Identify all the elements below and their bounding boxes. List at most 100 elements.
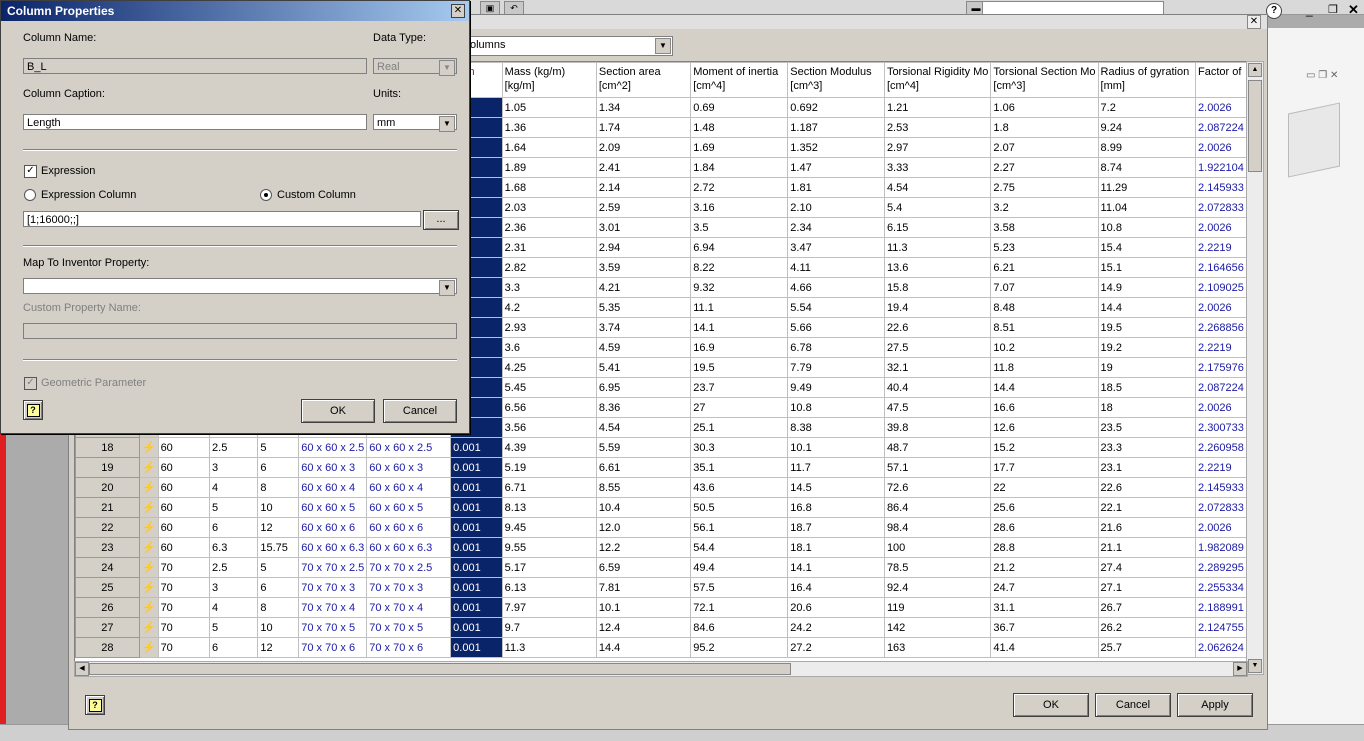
table-cell[interactable]: 2.300733 (1195, 417, 1247, 438)
table-cell[interactable]: 4 (209, 477, 259, 498)
undo-icon[interactable]: ↶ (504, 1, 524, 15)
table-cell[interactable]: 2.175976 (1195, 357, 1247, 378)
table-cell[interactable]: 1.68 (501, 177, 597, 198)
table-cell[interactable]: 27.1 (1097, 577, 1197, 598)
table-cell[interactable]: 2.072833 (1195, 197, 1247, 218)
chevron-down-icon[interactable]: ▼ (655, 38, 671, 54)
table-cell[interactable]: 70 x 70 x 6 (366, 637, 452, 658)
table-cell[interactable]: 5.45 (501, 377, 597, 398)
table-cell[interactable]: 22.1 (1097, 497, 1197, 518)
table-cell[interactable]: 25.6 (990, 497, 1099, 518)
app-search-input[interactable] (982, 1, 1164, 15)
table-cell[interactable]: 2.0026 (1195, 517, 1247, 538)
table-cell[interactable]: 6.71 (501, 477, 597, 498)
table-cell[interactable]: 25.7 (1097, 637, 1197, 658)
table-cell[interactable]: 12 (257, 517, 300, 538)
table-cell[interactable]: 54.4 (690, 537, 789, 558)
table-cell[interactable]: 18.7 (787, 517, 885, 538)
table-cell[interactable]: 6.78 (787, 337, 885, 358)
table-row[interactable]: 22 ⚡ 60 6 12 60 x 60 x 6 60 x 60 x 6 0.001 9.45 1… (75, 517, 1247, 538)
table-cell[interactable]: 6.59 (595, 557, 692, 578)
table-cell[interactable]: 1.81 (787, 177, 885, 198)
table-cell[interactable]: 3.16 (690, 197, 789, 218)
row-number[interactable]: 23 (75, 537, 140, 558)
table-cell[interactable]: 0.001 (450, 477, 503, 498)
table-cell[interactable]: 6.95 (595, 377, 692, 398)
table-cell[interactable]: 3 (209, 457, 259, 478)
table-cell[interactable]: 11.7 (787, 457, 885, 478)
table-cell[interactable]: 16.4 (787, 577, 885, 598)
table-row[interactable]: 24 ⚡ 70 2.5 5 70 x 70 x 2.5 70 x 70 x 2.5 0.001… (75, 557, 1247, 578)
table-cell[interactable]: 24.7 (990, 577, 1099, 598)
table-cell[interactable]: 2.109025 (1195, 277, 1247, 298)
table-row[interactable]: 27 ⚡ 70 5 10 70 x 70 x 5 70 x 70 x 5 0.001 9.7 12… (75, 617, 1247, 638)
table-row[interactable]: 20 ⚡ 60 4 8 60 x 60 x 4 60 x 60 x 4 0.001 6.71 8.… (75, 477, 1247, 498)
table-cell[interactable]: 41.4 (990, 637, 1099, 658)
table-cell[interactable]: 5.19 (501, 457, 597, 478)
table-cell[interactable]: 7.97 (501, 597, 597, 618)
table-cell[interactable]: 0.001 (450, 597, 503, 618)
table-cell[interactable]: 0.001 (450, 497, 503, 518)
column-header[interactable]: Mass (kg/m) [kg/m] (501, 62, 597, 98)
table-cell[interactable]: 9.24 (1097, 117, 1197, 138)
table-cell[interactable]: 9.45 (501, 517, 597, 538)
row-number[interactable]: 18 (75, 437, 140, 458)
table-cell[interactable]: 7.07 (990, 277, 1099, 298)
table-cell[interactable]: 10.8 (787, 397, 885, 418)
table-cell[interactable]: 5.66 (787, 317, 885, 338)
table-cell[interactable]: 2.145933 (1195, 477, 1247, 498)
table-cell[interactable]: 2.062624 (1195, 637, 1247, 658)
table-row[interactable]: 26 ⚡ 70 4 8 70 x 70 x 4 70 x 70 x 4 0.001 7.97 10… (75, 597, 1247, 618)
table-cell[interactable]: 86.4 (883, 497, 992, 518)
table-cell[interactable]: 5 (209, 617, 259, 638)
table-cell[interactable]: 2.072833 (1195, 497, 1247, 518)
table-cell[interactable]: 3.2 (990, 197, 1099, 218)
table-cell[interactable]: 12.0 (595, 517, 692, 538)
table-cell[interactable]: 11.04 (1097, 197, 1197, 218)
table-cell[interactable]: 6.21 (990, 257, 1099, 278)
table-cell[interactable]: 7.81 (595, 577, 692, 598)
table-cell[interactable]: 2.34 (787, 217, 885, 238)
table-cell[interactable]: 23.3 (1097, 437, 1197, 458)
table-cell[interactable]: 19.2 (1097, 337, 1197, 358)
table-cell[interactable]: 8.51 (990, 317, 1099, 338)
table-cell[interactable]: 2.164656 (1195, 257, 1247, 278)
row-number[interactable]: 21 (75, 497, 140, 518)
table-cell[interactable]: 18 (1097, 397, 1197, 418)
chevron-down-icon[interactable]: ▼ (439, 116, 455, 132)
table-cell[interactable]: 60 x 60 x 6 (366, 517, 452, 538)
table-cell[interactable]: 16.9 (690, 337, 789, 358)
table-cell[interactable]: 4.54 (883, 177, 992, 198)
table-cell[interactable]: 2.289295 (1195, 557, 1247, 578)
table-cell[interactable]: 3.33 (883, 157, 992, 178)
table-cell[interactable]: 26.7 (1097, 597, 1197, 618)
viewcube-icon[interactable] (1288, 102, 1340, 178)
table-cell[interactable]: 19.5 (690, 357, 789, 378)
table-cell[interactable]: 15.2 (990, 437, 1099, 458)
custom-column-radio[interactable] (260, 189, 272, 201)
table-cell[interactable]: 3.58 (990, 217, 1099, 238)
table-cell[interactable]: 60 x 60 x 2.5 (298, 437, 368, 458)
table-cell[interactable]: 60 (157, 457, 211, 478)
column-header[interactable]: Factor of (1195, 62, 1247, 98)
table-cell[interactable]: 2.2219 (1195, 237, 1247, 258)
table-cell[interactable]: 7.79 (787, 357, 885, 378)
table-cell[interactable]: 2.72 (690, 177, 789, 198)
table-cell[interactable]: 2.260958 (1195, 437, 1247, 458)
table-cell[interactable]: 2.188991 (1195, 597, 1247, 618)
row-number[interactable]: 22 (75, 517, 140, 538)
horizontal-scroll-thumb[interactable] (89, 663, 791, 675)
table-cell[interactable]: 4.59 (595, 337, 692, 358)
table-row[interactable]: 21 ⚡ 60 5 10 60 x 60 x 5 60 x 60 x 5 0.001 8.13 1… (75, 497, 1247, 518)
table-cell[interactable]: 2.2219 (1195, 457, 1247, 478)
table-cell[interactable]: 11.8 (990, 357, 1099, 378)
table-cell[interactable]: 16.6 (990, 397, 1099, 418)
column-header[interactable]: Section Modulus [cm^3] (787, 62, 885, 98)
table-cell[interactable]: 70 (157, 637, 211, 658)
row-number[interactable]: 26 (75, 597, 140, 618)
table-row[interactable]: 18 ⚡ 60 2.5 5 60 x 60 x 2.5 60 x 60 x 2.5 0.001… (75, 437, 1247, 458)
map-property-select[interactable]: ▼ (23, 278, 457, 296)
table-cell[interactable]: 2.94 (595, 237, 692, 258)
table-cell[interactable]: 2.31 (501, 237, 597, 258)
table-cell[interactable]: 70 (157, 617, 211, 638)
